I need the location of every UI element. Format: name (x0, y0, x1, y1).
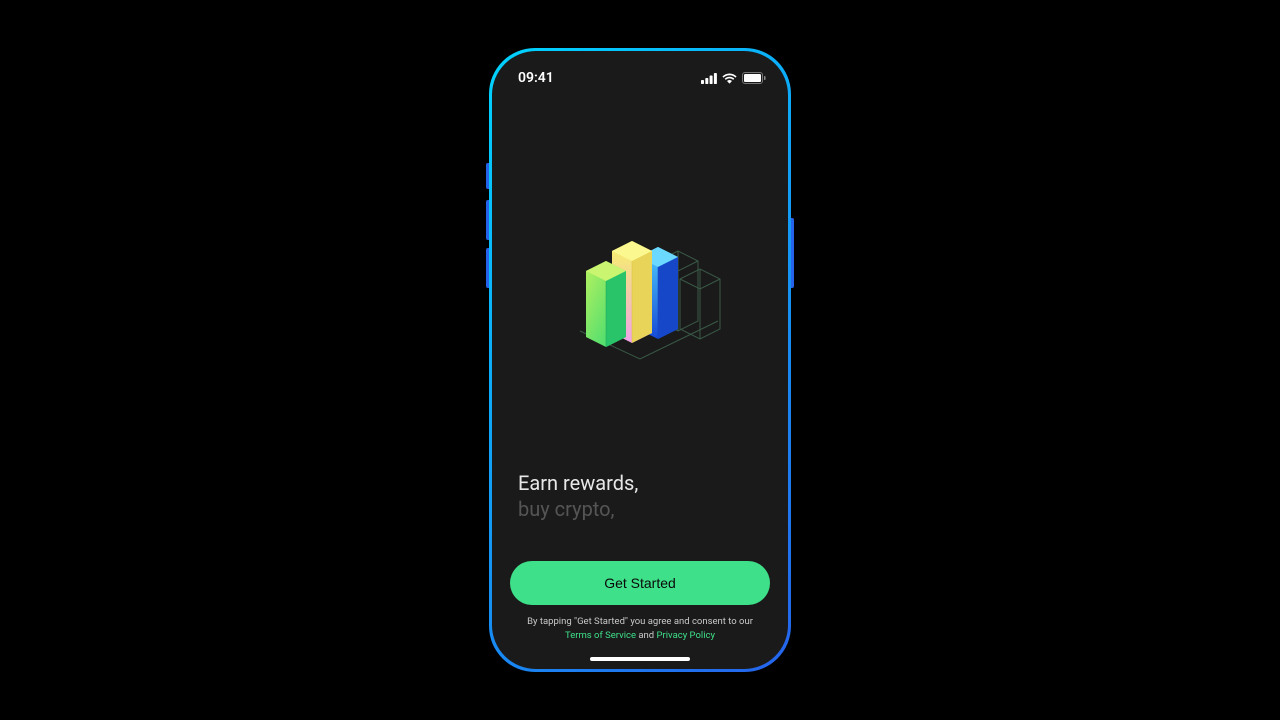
tagline-secondary: buy crypto, (518, 497, 762, 521)
wifi-icon (722, 73, 737, 84)
terms-of-service-link[interactable]: Terms of Service (565, 630, 636, 641)
tagline: Earn rewards, buy crypto, (510, 471, 770, 561)
status-icons (701, 72, 766, 84)
battery-icon (742, 72, 766, 84)
privacy-policy-link[interactable]: Privacy Policy (657, 630, 715, 641)
hero-illustration-wrap (510, 121, 770, 471)
home-indicator[interactable] (590, 657, 690, 661)
onboarding-content: Earn rewards, buy crypto, Get Started By… (492, 91, 788, 643)
tagline-primary: Earn rewards, (518, 471, 762, 495)
power-button (791, 218, 794, 288)
crypto-bars-illustration-icon (550, 221, 730, 371)
phone-screen: 09:41 (492, 51, 788, 669)
legal-disclaimer: By tapping "Get Started" you agree and c… (510, 615, 770, 643)
status-bar: 09:41 (492, 51, 788, 91)
mute-switch (486, 163, 489, 189)
cellular-signal-icon (701, 73, 717, 84)
legal-prefix: By tapping "Get Started" you agree and c… (527, 616, 753, 627)
volume-up-button (486, 200, 489, 240)
volume-down-button (486, 248, 489, 288)
get-started-button[interactable]: Get Started (510, 561, 770, 605)
status-time: 09:41 (518, 70, 554, 86)
legal-and: and (636, 630, 656, 641)
phone-device-frame: 09:41 (489, 48, 791, 672)
